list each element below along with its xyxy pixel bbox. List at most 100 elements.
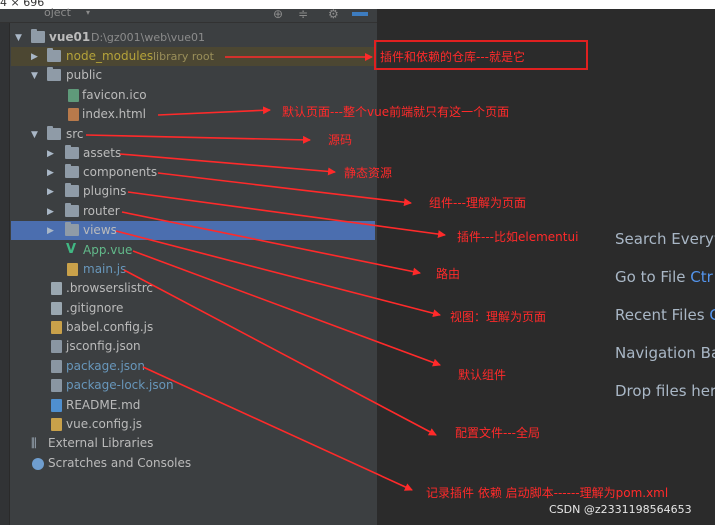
tree-item-external-libraries[interactable]: ⫼ External Libraries <box>11 434 375 453</box>
locate-icon[interactable]: ⊕ <box>273 7 283 21</box>
tree-item-components[interactable]: ▶ components <box>11 163 375 182</box>
project-panel-header: oject ▾ ⊕ ≑ ⚙ <box>0 6 377 23</box>
tree-item-label: jsconfig.json <box>66 339 141 353</box>
chevron-right-icon[interactable]: ▶ <box>47 187 54 197</box>
chevron-down-icon[interactable]: ▼ <box>31 130 38 140</box>
tree-item-label: favicon.ico <box>82 88 147 102</box>
tree-item-public[interactable]: ▼ public <box>11 66 375 85</box>
annotation-index-html: 默认页面---整个vue前端就只有这一个页面 <box>282 105 510 119</box>
tree-item-label: vue01 <box>49 30 91 44</box>
tree-item-label: index.html <box>82 107 146 121</box>
annotation-components: 组件---理解为页面 <box>429 196 526 210</box>
chevron-right-icon[interactable]: ▶ <box>47 149 54 159</box>
project-path: D:\gz001\web\vue01 <box>91 31 206 44</box>
folder-icon <box>65 164 79 178</box>
tree-item-app-vue[interactable]: V App.vue <box>11 241 375 260</box>
dimension-label: 4 × 696 <box>0 0 45 9</box>
chevron-right-icon[interactable]: ▶ <box>47 207 54 217</box>
tree-item-main-js[interactable]: main.js <box>11 260 375 279</box>
hide-panel-icon[interactable] <box>352 12 368 16</box>
annotation-views: 视图：理解为页面 <box>450 310 547 324</box>
tree-item-label: babel.config.js <box>66 320 154 334</box>
navigation-bar-hint: Navigation Ba <box>615 344 715 362</box>
tree-item-label: package-lock.json <box>66 378 174 392</box>
tree-item-label: public <box>66 68 103 82</box>
tree-item-label: .browserslistrc <box>66 281 153 295</box>
js-file-icon <box>51 418 62 431</box>
markdown-file-icon <box>51 399 62 412</box>
scratches-icon <box>32 458 44 470</box>
tree-item-router[interactable]: ▶ router <box>11 202 375 221</box>
tree-item-package-lock[interactable]: package-lock.json <box>11 376 375 395</box>
tree-item-label: .gitignore <box>66 301 124 315</box>
search-everywhere-hint: Search Everyw <box>615 230 715 248</box>
library-icon: ⫼ <box>31 436 37 450</box>
annotation-router: 路由 <box>436 267 461 281</box>
chevron-down-icon[interactable]: ▼ <box>15 33 22 43</box>
editor-welcome-area: Search Everyw Go to File Ctr Recent File… <box>377 9 715 525</box>
tree-item-gitignore[interactable]: .gitignore <box>11 299 375 318</box>
shortcut-label: Ctr <box>690 268 713 286</box>
file-icon <box>51 302 62 315</box>
file-icon <box>51 282 62 295</box>
drop-files-hint: Drop files her <box>615 382 715 400</box>
tree-item-label: README.md <box>66 398 141 412</box>
tree-item-label: Scratches and Consoles <box>48 456 192 470</box>
tool-window-strip <box>0 23 10 525</box>
tree-item-label: router <box>83 204 120 218</box>
annotation-plugins: 插件---比如elementui <box>457 230 579 244</box>
chevron-down-icon[interactable]: ▾ <box>86 8 90 17</box>
tree-item-scratches[interactable]: Scratches and Consoles <box>11 454 375 473</box>
tree-item-label: main.js <box>83 262 127 276</box>
tree-item-label: src <box>66 127 84 141</box>
json-file-icon <box>51 360 62 373</box>
tree-item-jsconfig[interactable]: jsconfig.json <box>11 337 375 356</box>
tree-item-label: views <box>83 223 117 237</box>
folder-icon <box>65 222 79 236</box>
tree-item-label: plugins <box>83 184 127 198</box>
tree-item-label: assets <box>83 146 122 160</box>
collapse-all-icon[interactable]: ≑ <box>298 7 308 21</box>
tree-item-browserslistrc[interactable]: .browserslistrc <box>11 279 375 298</box>
shortcut-label: C <box>709 306 715 324</box>
project-panel: oject ▾ ⊕ ≑ ⚙ ▼ vue01 D:\gz001\web\vue01… <box>0 6 377 525</box>
hint-label: Go to File <box>615 268 686 286</box>
top-strip: 4 × 696 <box>0 0 715 9</box>
tree-item-plugins[interactable]: ▶ plugins <box>11 182 375 201</box>
tree-item-babel-config[interactable]: babel.config.js <box>11 318 375 337</box>
image-file-icon <box>68 89 79 102</box>
folder-icon <box>47 126 61 140</box>
annotation-main-js: 配置文件---全局 <box>455 426 540 440</box>
goto-file-hint: Go to File Ctr <box>615 268 713 286</box>
tree-item-assets[interactable]: ▶ assets <box>11 144 375 163</box>
hint-label: Recent Files <box>615 306 705 324</box>
tree-item-vue-config[interactable]: vue.config.js <box>11 415 375 434</box>
folder-icon <box>65 203 79 217</box>
annotation-node-modules: 插件和依赖的仓库---就是它 <box>380 50 525 64</box>
js-file-icon <box>67 263 78 276</box>
json-file-icon <box>51 340 62 353</box>
annotation-package-json: 记录插件 依赖 启动脚本------理解为pom.xml <box>426 486 669 500</box>
tree-item-node-modules[interactable]: ▶ node_modules library root <box>11 47 375 66</box>
vue-file-icon: V <box>66 242 77 257</box>
chevron-right-icon[interactable]: ▶ <box>47 226 54 236</box>
recent-files-hint: Recent Files C <box>615 306 715 324</box>
gear-icon[interactable]: ⚙ <box>328 7 339 21</box>
tree-item-label: components <box>83 165 158 179</box>
annotation-src: 源码 <box>328 133 353 147</box>
annotation-assets: 静态资源 <box>344 166 393 180</box>
folder-icon <box>47 48 61 62</box>
tree-item-label: External Libraries <box>48 436 154 450</box>
tree-item-package-json[interactable]: package.json <box>11 357 375 376</box>
tree-item-src[interactable]: ▼ src <box>11 125 375 144</box>
folder-icon <box>31 29 45 43</box>
tree-item-readme[interactable]: README.md <box>11 396 375 415</box>
folder-icon <box>47 67 61 81</box>
chevron-down-icon[interactable]: ▼ <box>31 71 38 81</box>
chevron-right-icon[interactable]: ▶ <box>31 52 38 62</box>
tree-item-vue01[interactable]: ▼ vue01 D:\gz001\web\vue01 <box>11 28 375 47</box>
tree-item-views[interactable]: ▶ views <box>11 221 375 240</box>
project-panel-title[interactable]: oject <box>44 6 71 19</box>
tree-item-label: package.json <box>66 359 146 373</box>
chevron-right-icon[interactable]: ▶ <box>47 168 54 178</box>
